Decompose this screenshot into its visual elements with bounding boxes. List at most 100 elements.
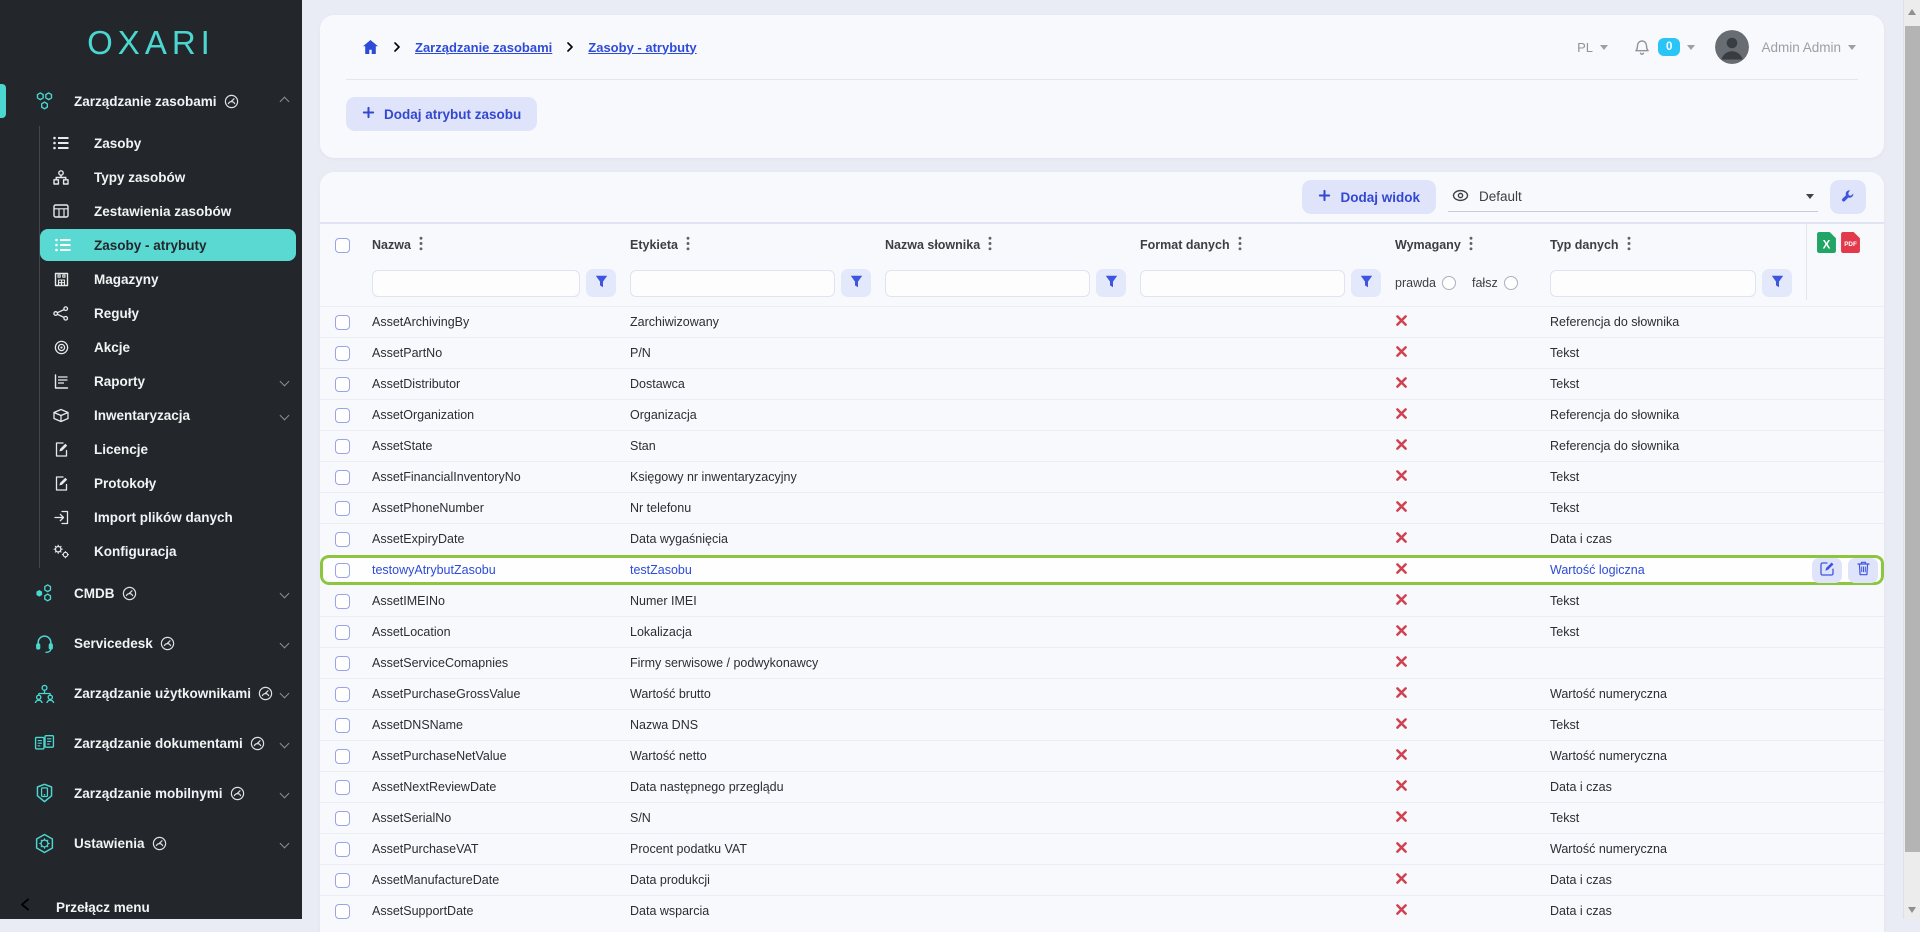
scrollbar-up-arrow[interactable]	[1908, 9, 1916, 15]
avatar[interactable]	[1715, 30, 1749, 64]
filter-input-nazwa-slownika[interactable]	[885, 270, 1090, 297]
column-menu-icon[interactable]	[1469, 236, 1473, 254]
row-checkbox[interactable]	[335, 594, 350, 609]
table-row-assetfinancialinventoryno[interactable]: AssetFinancialInventoryNoKsięgowy nr inw…	[320, 461, 1884, 492]
row-checkbox[interactable]	[335, 408, 350, 423]
filter-funnel-button[interactable]	[1096, 269, 1126, 297]
scrollbar-thumb[interactable]	[1905, 26, 1920, 852]
table-settings-button[interactable]	[1830, 180, 1866, 214]
column-menu-icon[interactable]	[686, 236, 690, 254]
row-checkbox[interactable]	[335, 377, 350, 392]
row-checkbox[interactable]	[335, 904, 350, 919]
sidebar-item-zarzadzanie-dokumentami[interactable]: Zarządzanie dokumentami	[0, 718, 302, 768]
row-checkbox[interactable]	[335, 501, 350, 516]
sidebar-item-zarzadzanie-uzytkownikami[interactable]: Zarządzanie użytkownikami	[0, 668, 302, 718]
sidebar-item-akcje[interactable]: Akcje	[0, 330, 302, 364]
row-checkbox[interactable]	[335, 780, 350, 795]
add-view-button[interactable]: Dodaj widok	[1302, 180, 1436, 214]
filter-funnel-button[interactable]	[1762, 269, 1792, 297]
row-checkbox[interactable]	[335, 811, 350, 826]
column-header-nazwa[interactable]: Nazwa	[372, 236, 630, 254]
table-row-assetdistributor[interactable]: AssetDistributorDostawcaTekst	[320, 368, 1884, 399]
column-menu-icon[interactable]	[988, 236, 992, 254]
menu-toggle-button[interactable]: Przełącz menu	[0, 887, 302, 927]
table-row-assetdnsname[interactable]: AssetDNSNameNazwa DNSTekst	[320, 709, 1884, 740]
select-all-checkbox[interactable]	[335, 238, 350, 253]
sidebar-item-zasoby[interactable]: Zasoby	[0, 126, 302, 160]
breadcrumb-link-page[interactable]: Zasoby - atrybuty	[588, 40, 696, 55]
row-checkbox[interactable]	[335, 718, 350, 733]
delete-row-button[interactable]	[1848, 558, 1878, 583]
sidebar-item-reguly[interactable]: Reguły	[0, 296, 302, 330]
row-checkbox[interactable]	[335, 687, 350, 702]
radio-false[interactable]	[1504, 276, 1518, 290]
edit-row-button[interactable]	[1812, 558, 1842, 583]
table-row-assetarchivingby[interactable]: AssetArchivingByZarchiwizowanyReferencja…	[320, 306, 1884, 337]
breadcrumb-link-section[interactable]: Zarządzanie zasobami	[415, 40, 552, 55]
table-row-assetpartno[interactable]: AssetPartNoP/NTekst	[320, 337, 1884, 368]
table-row-assetserialno[interactable]: AssetSerialNoS/NTekst	[320, 802, 1884, 833]
filter-input-nazwa[interactable]	[372, 270, 580, 297]
sidebar-item-zasoby-atrybuty[interactable]: Zasoby - atrybuty	[40, 229, 296, 261]
home-icon[interactable]	[362, 39, 379, 55]
table-row-assetstate[interactable]: AssetStateStanReferencja do słownika	[320, 430, 1884, 461]
row-checkbox[interactable]	[335, 749, 350, 764]
column-menu-icon[interactable]	[1627, 236, 1631, 254]
row-checkbox[interactable]	[335, 656, 350, 671]
table-row-assetphonenumber[interactable]: AssetPhoneNumberNr telefonuTekst	[320, 492, 1884, 523]
sidebar-item-ustawienia[interactable]: Ustawienia	[0, 818, 302, 868]
sidebar-item-zarzadzanie-zasobami[interactable]: Zarządzanie zasobami	[0, 76, 302, 126]
table-row-assetmanufacturedate[interactable]: AssetManufactureDateData produkcjiData i…	[320, 864, 1884, 895]
column-menu-icon[interactable]	[419, 236, 423, 254]
table-row-assetpurchasegrossvalue[interactable]: AssetPurchaseGrossValueWartość bruttoWar…	[320, 678, 1884, 709]
table-row-assetorganization[interactable]: AssetOrganizationOrganizacjaReferencja d…	[320, 399, 1884, 430]
filter-input-etykieta[interactable]	[630, 270, 835, 297]
row-checkbox[interactable]	[335, 563, 350, 578]
table-row-assetpurchasevat[interactable]: AssetPurchaseVATProcent podatku VATWarto…	[320, 833, 1884, 864]
sidebar-item-servicedesk[interactable]: Servicedesk	[0, 618, 302, 668]
column-header-typ-danych[interactable]: Typ danych	[1550, 236, 1806, 254]
sidebar-item-protokoly[interactable]: Protokoły	[0, 466, 302, 500]
radio-true[interactable]	[1442, 276, 1456, 290]
row-checkbox[interactable]	[335, 625, 350, 640]
column-menu-icon[interactable]	[1238, 236, 1242, 254]
add-attribute-button[interactable]: Dodaj atrybut zasobu	[346, 97, 537, 131]
notifications-bell-icon[interactable]	[1634, 39, 1650, 56]
sidebar-item-raporty[interactable]: Raporty	[0, 364, 302, 398]
sidebar-item-cmdb[interactable]: CMDB	[0, 568, 302, 618]
column-header-wymagany[interactable]: Wymagany	[1395, 236, 1550, 254]
language-selector[interactable]: PL	[1577, 40, 1608, 55]
table-row-assetexpirydate[interactable]: AssetExpiryDateData wygaśnięciaData i cz…	[320, 523, 1884, 554]
view-select[interactable]: Default	[1448, 183, 1818, 212]
row-checkbox[interactable]	[335, 315, 350, 330]
column-header-etykieta[interactable]: Etykieta	[630, 236, 885, 254]
filter-funnel-button[interactable]	[841, 269, 871, 297]
export-pdf-icon[interactable]: PDF	[1841, 232, 1860, 258]
sidebar-item-import-plikow-danych[interactable]: Import plików danych	[0, 500, 302, 534]
row-checkbox[interactable]	[335, 842, 350, 857]
table-row-assetpurchasenetvalue[interactable]: AssetPurchaseNetValueWartość nettoWartoś…	[320, 740, 1884, 771]
filter-funnel-button[interactable]	[586, 269, 616, 297]
table-row-assetsupportdate[interactable]: AssetSupportDateData wsparciaData i czas	[320, 895, 1884, 926]
table-row-assetnextreviewdate[interactable]: AssetNextReviewDateData następnego przeg…	[320, 771, 1884, 802]
user-menu[interactable]: Admin Admin	[1761, 40, 1841, 55]
row-checkbox[interactable]	[335, 346, 350, 361]
table-row-assetlocation[interactable]: AssetLocationLokalizacjaTekst	[320, 616, 1884, 647]
row-checkbox[interactable]	[335, 470, 350, 485]
row-checkbox[interactable]	[335, 439, 350, 454]
filter-input-typ-danych[interactable]	[1550, 270, 1756, 297]
table-row-assetservicecomapnies[interactable]: AssetServiceComapniesFirmy serwisowe / p…	[320, 647, 1884, 678]
filter-input-format-danych[interactable]	[1140, 270, 1345, 297]
column-header-format-danych[interactable]: Format danych	[1140, 236, 1395, 254]
sidebar-item-typy-zasobow[interactable]: Typy zasobów	[0, 160, 302, 194]
filter-funnel-button[interactable]	[1351, 269, 1381, 297]
row-checkbox[interactable]	[335, 532, 350, 547]
table-row-testowyatrybutzasobu[interactable]: testowyAtrybutZasobutestZasobuWartość lo…	[320, 554, 1884, 585]
sidebar-item-licencje[interactable]: Licencje	[0, 432, 302, 466]
export-excel-icon[interactable]: X	[1817, 232, 1836, 258]
row-checkbox[interactable]	[335, 873, 350, 888]
sidebar-item-zarzadzanie-mobilnymi[interactable]: Zarządzanie mobilnymi	[0, 768, 302, 818]
sidebar-item-inwentaryzacja[interactable]: Inwentaryzacja	[0, 398, 302, 432]
sidebar-item-zestawienia-zasobow[interactable]: Zestawienia zasobów	[0, 194, 302, 228]
column-header-nazwa-slownika[interactable]: Nazwa słownika	[885, 236, 1140, 254]
